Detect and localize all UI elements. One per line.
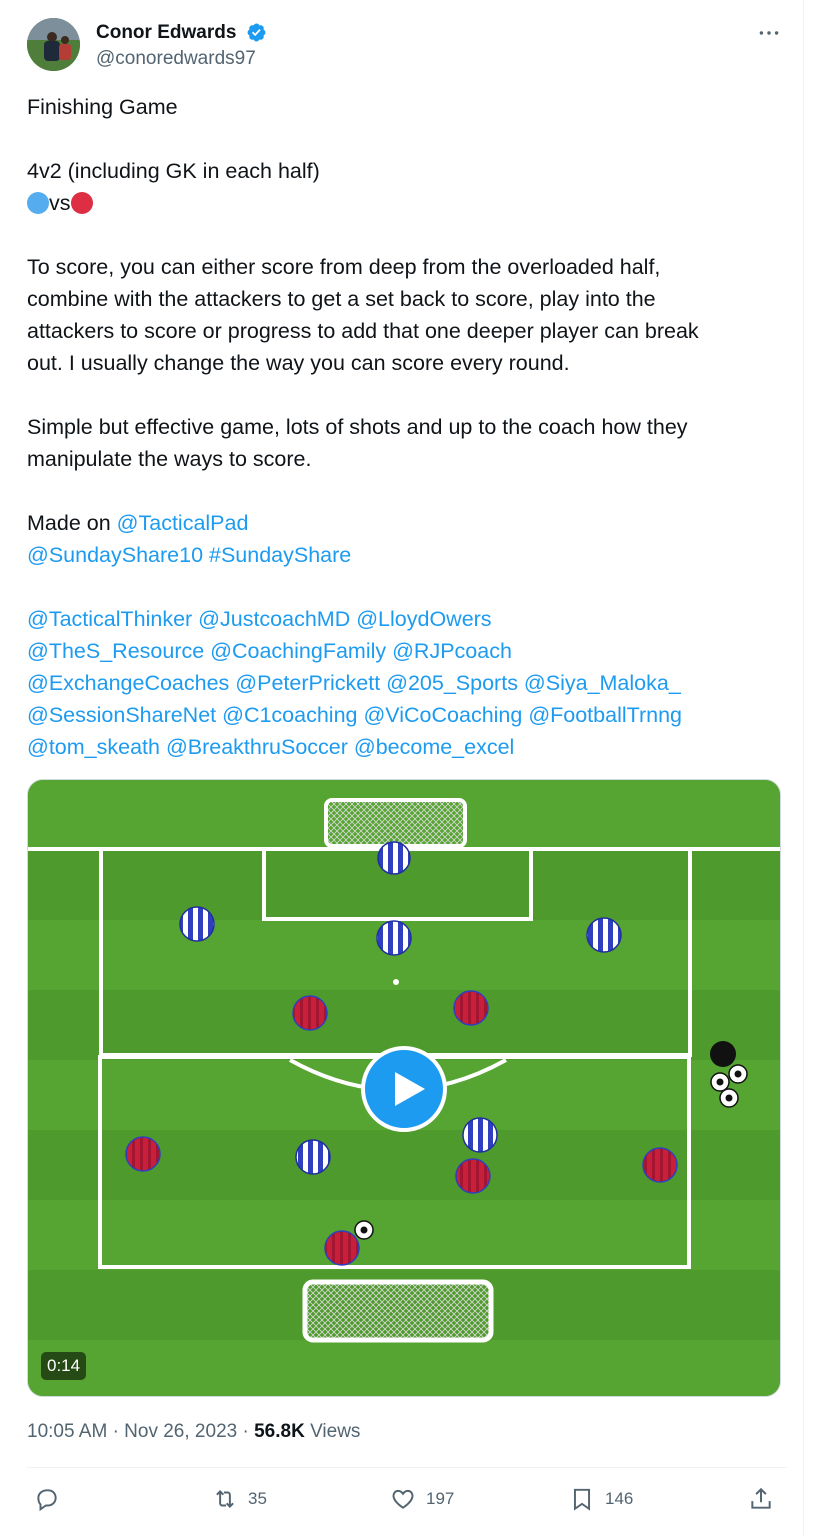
divider [27, 1467, 787, 1468]
meta-separator: · [112, 1421, 119, 1442]
blue-circle-icon [27, 192, 49, 214]
teams-line: vs [27, 187, 787, 219]
bookmark-button[interactable]: 146 [569, 1484, 633, 1514]
made-on-line: Made on @TacticalPad [27, 507, 787, 539]
tweet-title: Finishing Game [27, 95, 178, 119]
paragraph-line: To score, you can either score from deep… [27, 255, 661, 279]
mentions-line[interactable]: @TheS_Resource @CoachingFamily @RJPcoach [27, 635, 787, 667]
play-icon [395, 1072, 425, 1106]
meta-separator: · [242, 1421, 249, 1442]
avatar[interactable] [27, 18, 80, 71]
repost-count: 35 [248, 1489, 267, 1508]
teams-vs: vs [49, 191, 71, 215]
verified-badge-icon [247, 23, 266, 42]
tweet-date[interactable]: Nov 26, 2023 [124, 1421, 237, 1442]
author-name[interactable]: Conor Edwards [96, 21, 236, 45]
tweet-meta: 10:05 AM · Nov 26, 2023 · 56.8K Views [27, 1419, 360, 1445]
like-icon [392, 1489, 414, 1509]
views-label: Views [310, 1421, 361, 1442]
bookmark-count: 146 [605, 1489, 634, 1508]
paragraph-line: combine with the attackers to get a set … [27, 287, 656, 311]
paragraph-line: Simple but effective game, lots of shots… [27, 415, 688, 439]
repost-icon [216, 1490, 234, 1508]
column-border [803, 0, 804, 1536]
repost-button[interactable]: 35 [212, 1484, 267, 1514]
tweet-time[interactable]: 10:05 AM [27, 1421, 107, 1442]
red-circle-icon [70, 192, 93, 214]
reply-icon [37, 1489, 57, 1512]
mentions-line[interactable]: @tom_skeath @BreakthruSoccer @become_exc… [27, 731, 787, 763]
views-count: 56.8K [254, 1421, 305, 1442]
mention-link[interactable]: @TacticalPad [117, 511, 249, 535]
mentions-line[interactable]: @SessionShareNet @C1coaching @ViCoCoachi… [27, 699, 787, 731]
author-handle[interactable]: @conoredwards97 [96, 47, 256, 71]
paragraph-line: out. I usually change the way you can sc… [27, 351, 570, 375]
made-on-label: Made on [27, 511, 111, 535]
more-icon[interactable] [756, 20, 782, 46]
like-button[interactable]: 197 [390, 1484, 454, 1514]
share-button[interactable] [748, 1484, 774, 1514]
mentions-line[interactable]: @ExchangeCoaches @PeterPrickett @205_Spo… [27, 667, 787, 699]
mentions-line[interactable]: @TacticalThinker @JustcoachMD @LloydOwer… [27, 603, 787, 635]
tweet-setup: 4v2 (including GK in each half) [27, 159, 320, 183]
play-button[interactable] [361, 1046, 447, 1132]
share-icon [751, 1487, 771, 1509]
reply-button[interactable] [34, 1484, 60, 1514]
bookmark-icon [573, 1488, 591, 1511]
share-line[interactable]: @SundayShare10 #SundayShare [27, 539, 787, 571]
video-duration: 0:14 [41, 1352, 87, 1380]
paragraph-line: manipulate the ways to score. [27, 447, 312, 471]
like-count: 197 [426, 1489, 455, 1508]
video-player[interactable]: 0:14 [27, 779, 781, 1397]
paragraph-line: attackers to score or progress to add th… [27, 319, 699, 343]
